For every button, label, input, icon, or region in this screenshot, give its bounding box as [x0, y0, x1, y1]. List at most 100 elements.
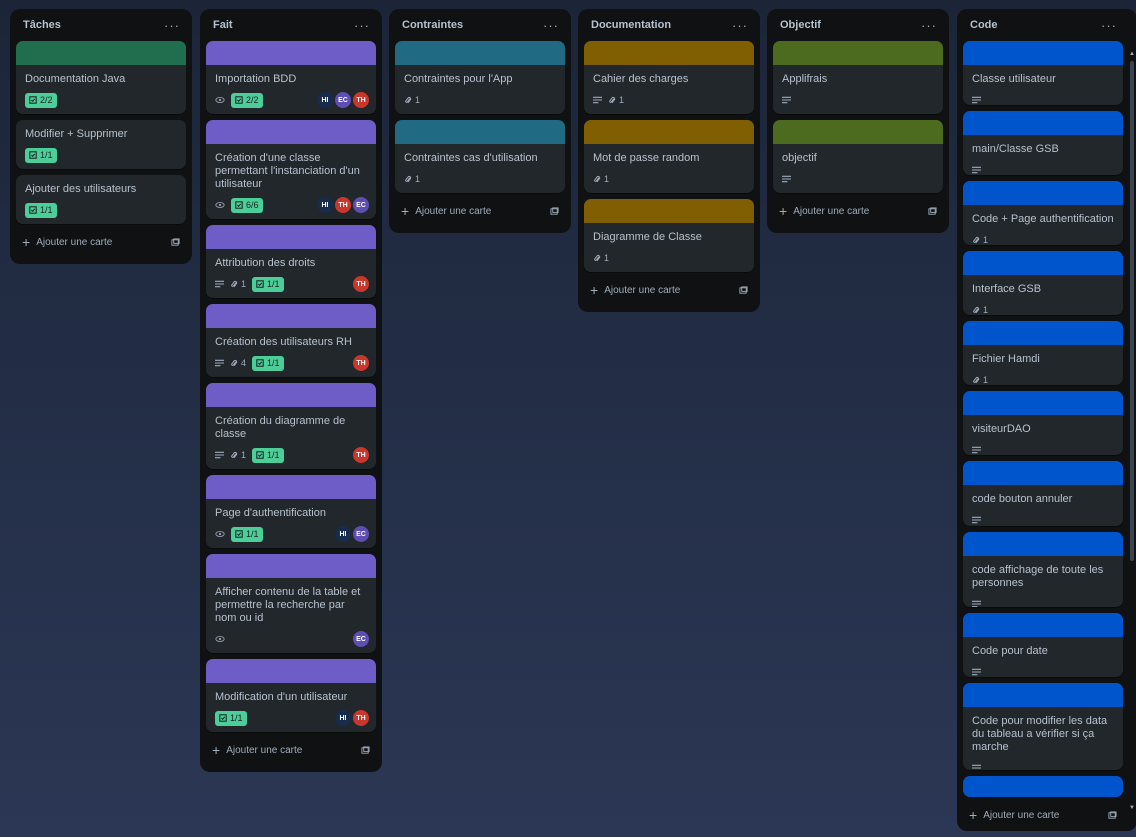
card[interactable]: Interface GSB 1: [963, 251, 1123, 316]
scroll-up-icon[interactable]: ▲: [1129, 51, 1135, 57]
attachment-badge: 1: [972, 375, 988, 385]
template-icon[interactable]: [928, 206, 937, 216]
list-menu-icon[interactable]: ···: [164, 18, 180, 33]
template-icon[interactable]: [550, 206, 559, 216]
avatar[interactable]: TH: [353, 276, 369, 292]
card[interactable]: Code pour date: [963, 613, 1123, 678]
avatar[interactable]: HI: [335, 526, 351, 542]
avatar[interactable]: EC: [335, 92, 351, 108]
scrollbar-thumb[interactable]: [1130, 61, 1134, 561]
card[interactable]: Classe utilisateur: [963, 41, 1123, 106]
list-title[interactable]: Documentation: [591, 19, 671, 31]
card[interactable]: Création du diagramme de classe 1 1/1 TH: [206, 383, 376, 469]
list-title[interactable]: Fait: [213, 19, 233, 31]
list-taches: Tâches ··· Documentation Java 2/2 Modifi…: [10, 9, 192, 264]
card-title: Création d'une classe permettant l'insta…: [215, 152, 360, 190]
card-title: Attribution des droits: [215, 257, 316, 269]
avatar[interactable]: TH: [335, 197, 351, 213]
card[interactable]: Attribution des droits 1 1/1 TH: [206, 225, 376, 298]
card-title: Modifier + Supprimer: [25, 128, 128, 140]
card-title: Code + Page authentification: [972, 213, 1114, 226]
add-card-button[interactable]: + Ajouter une carte: [212, 743, 302, 757]
card-cover: [963, 776, 1123, 797]
card[interactable]: Applifrais: [773, 41, 943, 114]
checklist-badge: 6/6: [231, 197, 263, 213]
avatar[interactable]: EC: [353, 526, 369, 542]
card[interactable]: Création d'une classe permettant l'insta…: [206, 120, 376, 219]
card[interactable]: main/Classe GSB: [963, 111, 1123, 176]
card[interactable]: Documentation Java 2/2: [16, 41, 186, 114]
plus-icon: +: [590, 282, 599, 298]
card[interactable]: Contraintes pour l'App 1: [395, 41, 565, 114]
checklist-icon: [29, 96, 37, 104]
avatar[interactable]: EC: [353, 197, 369, 213]
card-cover: [963, 251, 1123, 276]
list-title[interactable]: Tâches: [23, 19, 61, 31]
card[interactable]: [963, 776, 1123, 797]
card-cover: [584, 41, 754, 65]
list-menu-icon[interactable]: ···: [732, 18, 748, 33]
list-menu-icon[interactable]: ···: [543, 18, 559, 33]
card-title: Documentation Java: [25, 73, 126, 85]
card-cover: [584, 199, 754, 223]
card[interactable]: Importation BDD 2/2 HI EC TH: [206, 41, 376, 114]
avatar[interactable]: HI: [317, 92, 333, 108]
card-cover: [206, 383, 376, 407]
card-title: Contraintes pour l'App: [404, 73, 513, 85]
card[interactable]: Création des utilisateurs RH 4 1/1 TH: [206, 304, 376, 377]
card[interactable]: objectif: [773, 120, 943, 193]
card[interactable]: Modification d'un utilisateur 1/1 HI TH: [206, 659, 376, 732]
paperclip-icon: [973, 236, 980, 243]
card-cover: [206, 659, 376, 683]
template-icon[interactable]: [171, 237, 180, 247]
card[interactable]: code bouton annuler: [963, 461, 1123, 526]
card[interactable]: Page d'authentification 1/1 HI EC: [206, 475, 376, 548]
card[interactable]: Fichier Hamdi 1: [963, 321, 1123, 386]
description-icon: [215, 451, 224, 459]
card-cover: [773, 41, 943, 65]
card-title: Cahier des charges: [593, 73, 689, 85]
checklist-icon: [235, 201, 243, 209]
card[interactable]: Cahier des charges 1: [584, 41, 754, 114]
list-title[interactable]: Code: [970, 19, 998, 31]
card[interactable]: Code + Page authentification 1: [963, 181, 1123, 246]
avatar[interactable]: HI: [317, 197, 333, 213]
card[interactable]: Contraintes cas d'utilisation 1: [395, 120, 565, 193]
add-card-button[interactable]: + Ajouter une carte: [401, 204, 491, 218]
card[interactable]: code affichage de toute les personnes: [963, 531, 1123, 608]
card[interactable]: Mot de passe random 1: [584, 120, 754, 193]
template-icon[interactable]: [1108, 810, 1117, 820]
avatar[interactable]: EC: [353, 631, 369, 647]
add-card-button[interactable]: + Ajouter une carte: [779, 204, 869, 218]
list-title[interactable]: Contraintes: [402, 19, 463, 31]
list-scrollbar[interactable]: ▲ ▼: [1129, 51, 1135, 811]
add-card-button[interactable]: + Ajouter une carte: [969, 808, 1059, 822]
list-title[interactable]: Objectif: [780, 19, 821, 31]
avatar[interactable]: TH: [353, 710, 369, 726]
list-menu-icon[interactable]: ···: [921, 18, 937, 33]
checklist-icon: [235, 96, 243, 104]
card[interactable]: Afficher contenu de la table et permettr…: [206, 554, 376, 653]
avatar[interactable]: HI: [335, 710, 351, 726]
list-menu-icon[interactable]: ···: [1101, 18, 1117, 33]
add-card-button[interactable]: + Ajouter une carte: [590, 282, 680, 298]
avatar[interactable]: TH: [353, 355, 369, 371]
description-icon: [972, 668, 981, 676]
card-cover: [206, 475, 376, 499]
avatar[interactable]: TH: [353, 92, 369, 108]
attachment-badge: 4: [230, 358, 246, 368]
card-title: Contraintes cas d'utilisation: [404, 152, 538, 164]
card[interactable]: Code pour modifier les data du tableau a…: [963, 683, 1123, 770]
card[interactable]: visiteurDAO: [963, 391, 1123, 456]
avatar[interactable]: TH: [353, 447, 369, 463]
template-icon[interactable]: [361, 745, 370, 755]
list-menu-icon[interactable]: ···: [354, 18, 370, 33]
attachment-badge: 1: [608, 95, 624, 105]
card[interactable]: Modifier + Supprimer 1/1: [16, 120, 186, 169]
template-icon[interactable]: [739, 285, 748, 295]
card[interactable]: Diagramme de Classe 1: [584, 199, 754, 272]
card[interactable]: Ajouter des utilisateurs 1/1: [16, 175, 186, 224]
add-card-button[interactable]: + Ajouter une carte: [22, 235, 112, 249]
checklist-badge: 1/1: [231, 526, 263, 542]
scroll-down-icon[interactable]: ▼: [1129, 805, 1135, 811]
